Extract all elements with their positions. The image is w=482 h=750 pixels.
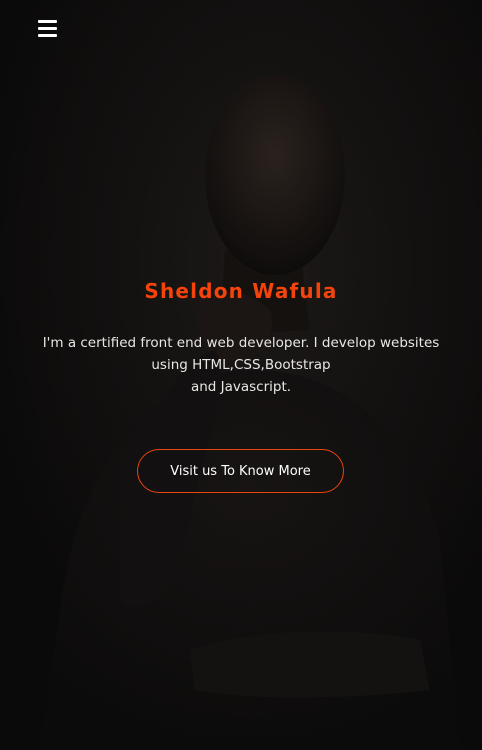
hero-name-heading: Sheldon Wafula [144, 279, 338, 303]
hero-description: I'm a certified front end web developer.… [25, 332, 457, 398]
hamburger-menu-icon [36, 17, 60, 39]
hero-description-line: and Javascript. [190, 379, 292, 395]
hero-description-line: I'm a certified front end web developer.… [42, 335, 440, 351]
menu-button[interactable] [36, 17, 60, 39]
visit-cta-label: Visit us To Know More [170, 463, 311, 479]
visit-cta-button[interactable]: Visit us To Know More [137, 449, 344, 493]
hero-description-line: using HTML,CSS,Bootstrap [151, 357, 331, 373]
